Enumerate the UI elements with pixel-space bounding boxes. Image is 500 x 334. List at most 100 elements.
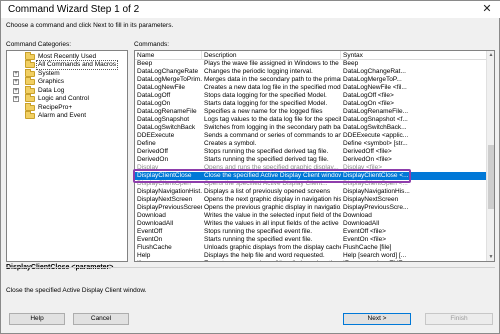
command-syntax-cell: EventOn <file> xyxy=(343,236,386,243)
command-name-cell: FlushCache xyxy=(137,244,172,251)
command-description-cell: Starts data logging for the specified Mo… xyxy=(204,100,328,107)
folder-icon xyxy=(25,94,35,102)
command-description-cell: Stops running the specified derived tag … xyxy=(204,148,329,155)
command-row[interactable]: DataLogOff Stops data logging for the spe… xyxy=(135,92,487,100)
command-description-cell: Starts running the specified derived tag… xyxy=(204,156,329,163)
command-row[interactable]: EventOff Stops running the specified even… xyxy=(135,228,487,236)
command-name-cell: EventOn xyxy=(137,236,163,243)
command-description-cell: Changes the periodic logging interval. xyxy=(204,68,313,75)
command-name-cell: DisplayPreviousScreen xyxy=(137,204,202,211)
command-row[interactable]: Define Creates a symbol. Define <symbol> [… xyxy=(135,140,487,148)
expand-plus-icon[interactable]: + xyxy=(13,71,19,77)
command-description-cell: Logs tag values to the data log file for… xyxy=(204,116,341,123)
command-syntax-cell: DisplayNavigationHis... xyxy=(343,188,410,195)
command-name-cell: Download xyxy=(137,212,166,219)
command-name-cell: DataLogSnapshot xyxy=(137,116,190,123)
command-row[interactable]: DisplayPreviousScreen Opens the previous … xyxy=(135,204,487,212)
command-row[interactable]: Download Writes the value in the selected… xyxy=(135,212,487,220)
scrollbar-thumb[interactable] xyxy=(488,145,494,209)
scroll-down-arrow-icon[interactable]: ▼ xyxy=(487,253,494,261)
column-header-syntax[interactable]: Syntax xyxy=(341,51,487,60)
command-row[interactable]: DataLogRenameFile Specifies a new name fo… xyxy=(135,108,487,116)
command-name-cell: DownloadAll xyxy=(137,220,174,227)
category-label: Data Log xyxy=(38,87,65,94)
command-syntax-cell: DDEExecute <applic... xyxy=(343,132,409,139)
finish-button[interactable]: Finish xyxy=(425,313,493,325)
command-row[interactable]: DerivedOn Starts running the specified de… xyxy=(135,156,487,164)
categories-label: Command Categories: xyxy=(6,41,72,48)
scroll-up-arrow-icon[interactable]: ▲ xyxy=(487,51,494,59)
command-name-cell: DataLogOff xyxy=(137,92,171,99)
command-row[interactable]: DerivedOff Stops running the specified de… xyxy=(135,148,487,156)
next-button[interactable]: Next > xyxy=(343,313,411,325)
categories-tree[interactable]: Most Recently Used All Commands and Macro… xyxy=(6,50,128,262)
command-syntax-cell: DataLogSwitchBack... xyxy=(343,124,407,131)
command-name-cell: Help xyxy=(137,252,151,259)
command-row[interactable]: Help Displays the help file and word requ… xyxy=(135,252,487,260)
expand-plus-icon[interactable]: + xyxy=(13,88,19,94)
command-description-cell: Creates a new data log file in the speci… xyxy=(204,84,341,91)
command-syntax-cell: DataLogRenameFile... xyxy=(343,108,409,115)
command-row[interactable]: DataLogNewFile Creates a new data log fil… xyxy=(135,84,487,92)
command-syntax-cell: DisplayPreviousScre... xyxy=(343,204,409,211)
command-name-cell: DataLogSwitchBack xyxy=(137,124,196,131)
command-syntax-cell: DataLogOn <file> xyxy=(343,100,394,107)
command-description-cell: Starts running the specified event file. xyxy=(204,236,313,243)
selected-command-highlight-box xyxy=(133,169,411,183)
help-button[interactable]: Help xyxy=(9,313,65,325)
command-row[interactable]: DataLogSwitchBack Switches from logging i… xyxy=(135,124,487,132)
command-row[interactable]: DataLogOn Starts data logging for the spe… xyxy=(135,100,487,108)
command-syntax-cell: DownloadAll xyxy=(343,220,380,227)
command-row[interactable]: DisplayNavigationHist... Displays a list … xyxy=(135,188,487,196)
command-description-cell: Writes the value in the selected input f… xyxy=(204,212,341,219)
command-name-cell: DataLogMergeToPrim... xyxy=(137,76,202,83)
command-syntax-cell: DataLogOff <file> xyxy=(343,92,394,99)
command-description-cell: Switches from logging in the secondary p… xyxy=(204,124,341,131)
commands-scrollbar[interactable]: ▲ ▼ xyxy=(486,51,494,261)
expand-plus-icon[interactable]: + xyxy=(13,96,19,102)
command-description-cell: Displays the help file and word requeste… xyxy=(204,252,325,259)
instructions-text: Choose a command and click Next to fill … xyxy=(6,22,174,29)
command-syntax-cell: DisplayNextScreen xyxy=(343,196,399,203)
command-description-cell: Plays the wave file assigned in Windows … xyxy=(204,60,341,67)
command-name-cell: DataLogChangeRate xyxy=(137,68,199,75)
command-description-cell: Creates a symbol. xyxy=(204,140,257,147)
category-label: Logic and Control xyxy=(38,95,89,102)
command-description: Close the specified Active Display Clien… xyxy=(6,287,147,294)
command-row[interactable]: IfExecutes command conditionally based o… xyxy=(135,260,487,261)
command-syntax-cell: DerivedOn <file> xyxy=(343,156,392,163)
close-icon[interactable]: ✕ xyxy=(479,2,495,16)
command-row[interactable]: DataLogSnapshot Logs tag values to the da… xyxy=(135,116,487,124)
command-name-cell: DerivedOn xyxy=(137,156,169,163)
command-row[interactable]: DataLogMergeToPrim... Merges data in the … xyxy=(135,76,487,84)
command-syntax-cell: Define <symbol> [str... xyxy=(343,140,408,147)
command-row[interactable]: FlushCache Unloads graphic displays from … xyxy=(135,244,487,252)
command-row[interactable]: DataLogChangeRate Changes the periodic lo… xyxy=(135,68,487,76)
command-name-cell: DisplayNavigationHist... xyxy=(137,188,202,195)
folder-icon xyxy=(25,77,35,85)
command-description-cell: Opens the next graphic display in naviga… xyxy=(204,196,341,203)
column-header-description[interactable]: Description xyxy=(202,51,341,60)
command-row[interactable]: DownloadAll Writes the values in all inpu… xyxy=(135,220,487,228)
commands-label: Commands: xyxy=(134,41,170,48)
command-name-cell: DataLogNewFile xyxy=(137,84,186,91)
category-label: System xyxy=(38,70,60,77)
command-description-cell: Sends a command or series of commands to… xyxy=(204,132,341,139)
command-syntax-cell: Beep xyxy=(343,60,359,67)
command-row[interactable]: Beep Plays the wave file assigned in Wind… xyxy=(135,60,487,68)
command-name-cell: Beep xyxy=(137,60,153,67)
command-row[interactable]: DDEExecute Sends a command or series of c… xyxy=(135,132,487,140)
command-row[interactable]: DisplayNextScreen Opens the next graphic … xyxy=(135,196,487,204)
command-syntax-cell: IF <expression>THE... xyxy=(341,260,487,261)
cancel-button[interactable]: Cancel xyxy=(73,313,129,325)
command-syntax-cell: EventOff <file> xyxy=(343,228,386,235)
folder-icon xyxy=(25,111,35,119)
column-header-name[interactable]: Name xyxy=(135,51,202,60)
details-divider xyxy=(6,267,495,268)
category-label: RecipePro+ xyxy=(38,104,73,111)
expand-plus-icon[interactable]: + xyxy=(13,79,19,85)
command-description-cell: Executes command conditionally based on … xyxy=(202,260,341,261)
command-row[interactable]: EventOn Starts running the specified even… xyxy=(135,236,487,244)
commands-list[interactable]: Name Description Syntax Beep Plays the wa… xyxy=(134,50,495,262)
command-syntax-cell: DataLogSnapshot <f... xyxy=(343,116,408,123)
